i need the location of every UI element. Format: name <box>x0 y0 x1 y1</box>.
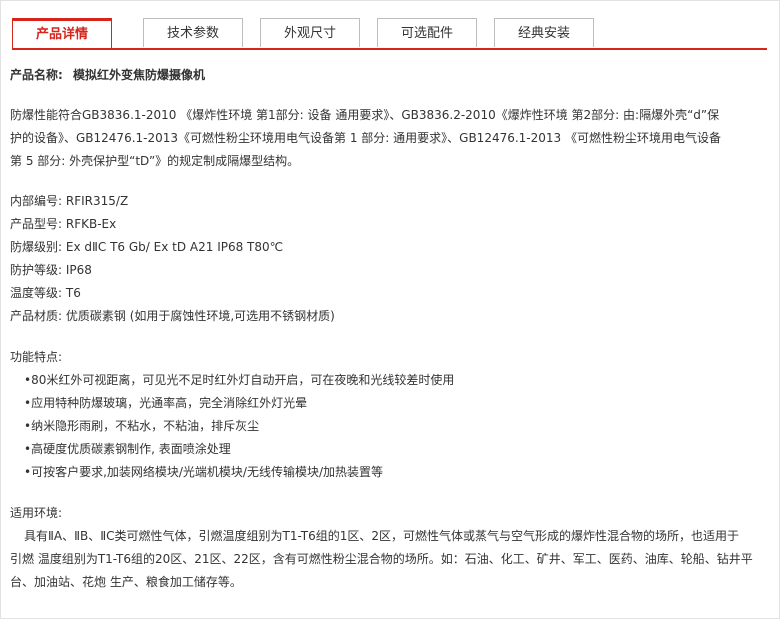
features-heading: 功能特点: <box>10 350 63 364</box>
tab-underline <box>12 48 767 50</box>
feature-item: •纳米隐形雨刷，不粘水，不粘油，排斥灰尘 <box>24 419 260 433</box>
spec-label: 产品型号: <box>10 217 63 231</box>
environment-heading: 适用环境: <box>10 506 63 520</box>
spec-list: 内部编号: RFIR315/Z 产品型号: RFKB-Ex 防爆级别: Ex d… <box>10 190 765 328</box>
spec-label: 防护等级: <box>10 263 63 277</box>
spec-value: IP68 <box>65 263 92 277</box>
spec-value: 优质碳素钢 (如用于腐蚀性环境,可选用不锈钢材质) <box>65 309 335 323</box>
tab-tech-params[interactable]: 技术参数 <box>143 18 243 47</box>
spec-label: 温度等级: <box>10 286 63 300</box>
spec-row: 内部编号: RFIR315/Z <box>10 190 765 213</box>
spec-value: Ex dⅡC T6 Gb/ Ex tD A21 IP68 T80℃ <box>65 240 284 254</box>
spec-value: T6 <box>65 286 81 300</box>
spec-row: 产品材质: 优质碳素钢 (如用于腐蚀性环境,可选用不锈钢材质) <box>10 305 765 328</box>
tab-installation[interactable]: 经典安装 <box>494 18 594 47</box>
spec-row: 防护等级: IP68 <box>10 259 765 282</box>
tab-accessories[interactable]: 可选配件 <box>377 18 477 47</box>
spec-value: RFKB-Ex <box>65 217 117 231</box>
compliance-line: 第 5 部分: 外壳保护型“tD”》的规定制成隔爆型结构。 <box>10 154 300 168</box>
tab-bar: 产品详情 技术参数 外观尺寸 可选配件 经典安装 <box>12 18 767 50</box>
compliance-line: 防爆性能符合GB3836.1-2010 《爆炸性环境 第1部分: 设备 通用要求… <box>10 108 720 122</box>
product-name-label: 产品名称: <box>10 68 63 82</box>
spec-value: RFIR315/Z <box>65 194 129 208</box>
tab-product-details[interactable]: 产品详情 <box>12 18 112 49</box>
product-details-panel: 产品名称: 模拟红外变焦防爆摄像机 防爆性能符合GB3836.1-2010 《爆… <box>10 66 765 594</box>
spec-label: 内部编号: <box>10 194 63 208</box>
tab-dimensions[interactable]: 外观尺寸 <box>260 18 360 47</box>
compliance-paragraph: 防爆性能符合GB3836.1-2010 《爆炸性环境 第1部分: 设备 通用要求… <box>10 104 765 173</box>
feature-item: •应用特种防爆玻璃，光通率高，完全消除红外灯光晕 <box>24 396 308 410</box>
product-name: 产品名称: 模拟红外变焦防爆摄像机 <box>10 66 765 84</box>
product-name-value: 模拟红外变焦防爆摄像机 <box>73 68 206 82</box>
spec-row: 产品型号: RFKB-Ex <box>10 213 765 236</box>
spec-label: 产品材质: <box>10 309 63 323</box>
spec-row: 防爆级别: Ex dⅡC T6 Gb/ Ex tD A21 IP68 T80℃ <box>10 236 765 259</box>
environment-line: 引燃 温度组别为T1-T6组的20区、21区、22区，含有可燃性粉尘混合物的场所… <box>10 552 753 566</box>
feature-item: •可按客户要求,加装网络模块/光端机模块/无线传输模块/加热装置等 <box>24 465 384 479</box>
environment-line: 台、加油站、花炮 生产、粮食加工储存等。 <box>10 575 242 589</box>
feature-item: •高硬度优质碳素钢制作, 表面喷涂处理 <box>24 442 231 456</box>
feature-list: •80米红外可视距离，可见光不足时红外灯自动开启，可在夜晚和光线较差时使用 •应… <box>10 369 765 484</box>
feature-item: •80米红外可视距离，可见光不足时红外灯自动开启，可在夜晚和光线较差时使用 <box>24 373 455 387</box>
environment-text: 具有ⅡA、ⅡB、ⅡC类可燃性气体，引燃温度组别为T1-T6组的1区、2区，可燃性… <box>10 525 765 594</box>
compliance-line: 护的设备》、GB12476.1-2013《可燃性粉尘环境用电气设备第 1 部分:… <box>10 131 721 145</box>
environment-line: 具有ⅡA、ⅡB、ⅡC类可燃性气体，引燃温度组别为T1-T6组的1区、2区，可燃性… <box>24 529 739 543</box>
spec-label: 防爆级别: <box>10 240 63 254</box>
spec-row: 温度等级: T6 <box>10 282 765 305</box>
